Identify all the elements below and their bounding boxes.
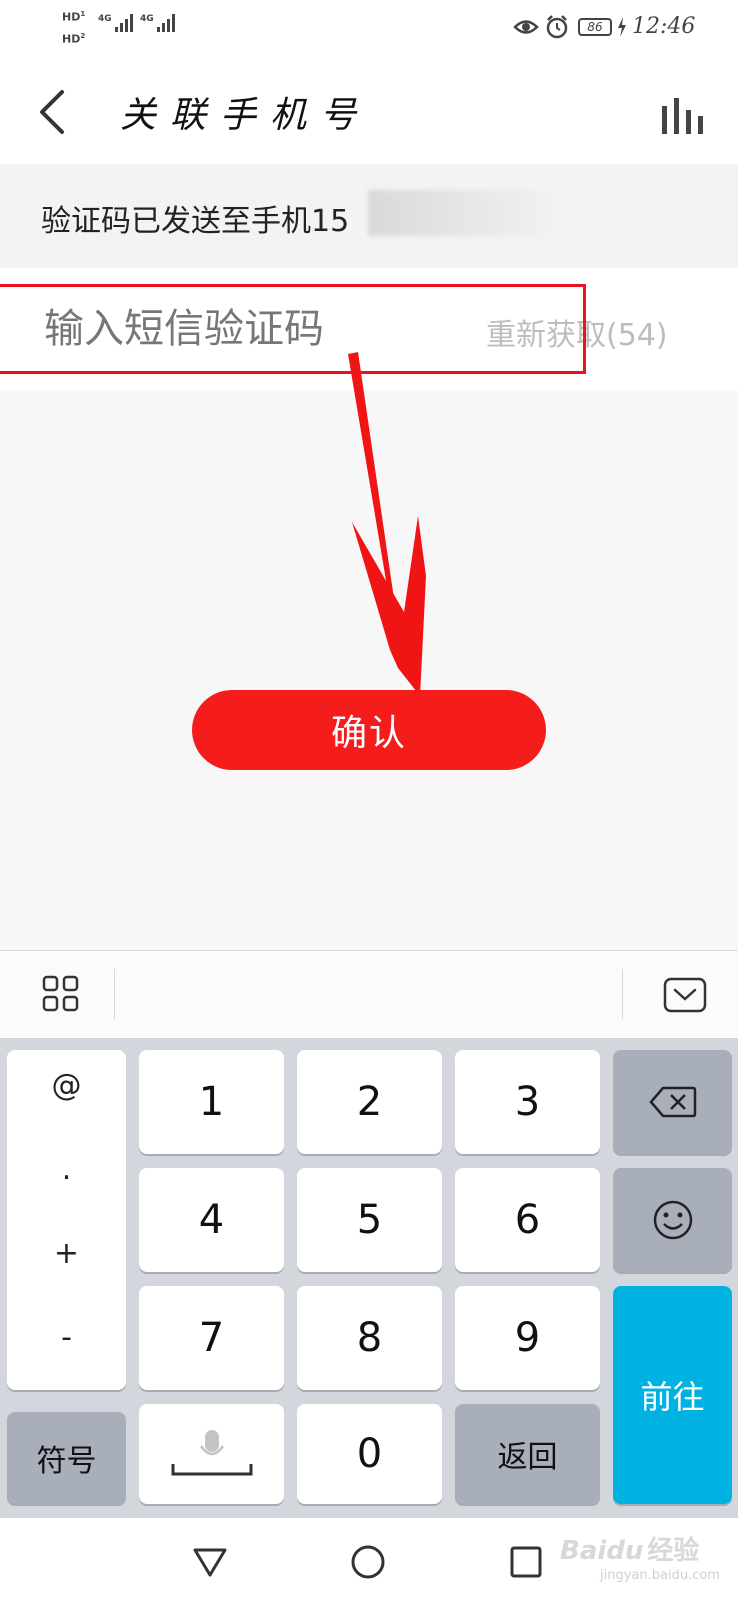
bars-icon[interactable] [660, 96, 706, 134]
verification-sent-text: 验证码已发送至手机15 [41, 204, 350, 239]
digit-key-7[interactable]: 7 [139, 1286, 284, 1390]
backspace-key[interactable] [613, 1050, 732, 1154]
signal-2: 4G [140, 14, 175, 32]
digit-key-2[interactable]: 2 [297, 1050, 442, 1154]
digit-key-1[interactable]: 1 [139, 1050, 284, 1154]
signal-bars-icon [114, 14, 133, 32]
minus-key[interactable]: - [7, 1320, 126, 1355]
back-nav-icon[interactable] [192, 1546, 228, 1578]
divider [622, 969, 623, 1019]
charging-icon [618, 17, 626, 37]
plus-key[interactable]: + [7, 1236, 126, 1271]
grid-icon[interactable] [42, 975, 80, 1013]
digit-key-8[interactable]: 8 [297, 1286, 442, 1390]
keyboard-toolbar [0, 950, 738, 1039]
alarm-icon [546, 15, 568, 39]
digit-key-3[interactable]: 3 [455, 1050, 600, 1154]
signal-bars-icon [156, 14, 175, 32]
return-key[interactable]: 返回 [455, 1404, 600, 1504]
smiley-icon [653, 1200, 692, 1240]
watermark-logo: Baidu 经验 [560, 1536, 700, 1566]
backspace-icon [648, 1086, 696, 1118]
symbols-key[interactable]: 符号 [7, 1412, 126, 1504]
digit-key-6[interactable]: 6 [455, 1168, 600, 1272]
microphone-icon [171, 1430, 252, 1476]
annotation-arrow [348, 352, 426, 696]
masked-phone-number [368, 190, 568, 236]
clock: 12:46 [632, 14, 696, 39]
symbols-column: @ . + - [7, 1050, 126, 1390]
hd1-indicator: HD1 [62, 10, 86, 24]
go-key[interactable]: 前往 [613, 1286, 732, 1504]
watermark-url: jingyan.baidu.com [600, 1568, 720, 1583]
recents-nav-icon[interactable] [510, 1546, 542, 1578]
at-key[interactable]: @ [7, 1068, 126, 1103]
digit-key-4[interactable]: 4 [139, 1168, 284, 1272]
digit-key-5[interactable]: 5 [297, 1168, 442, 1272]
signal-1: 4G [98, 14, 133, 32]
battery-icon: 86 [578, 18, 612, 36]
voice-input-key[interactable] [139, 1404, 284, 1504]
numeric-keyboard: @ . + - 符号 1 2 3 4 5 6 7 8 9 0 返回 前往 [0, 1038, 738, 1518]
hd2-indicator: HD2 [62, 32, 86, 46]
status-bar: HD1 HD2 4G 4G 86 12:46 [0, 0, 738, 58]
digit-key-9[interactable]: 9 [455, 1286, 600, 1390]
divider [114, 969, 115, 1019]
page-title: 关联手机号 [120, 95, 371, 136]
emoji-key[interactable] [613, 1168, 732, 1272]
confirm-button[interactable]: 确认 [192, 690, 546, 770]
annotation-highlight-box [0, 284, 586, 374]
eye-icon [513, 20, 539, 34]
keyboard-collapse-icon[interactable] [663, 977, 707, 1013]
digit-key-0[interactable]: 0 [297, 1404, 442, 1504]
dot-key[interactable]: . [7, 1152, 126, 1187]
back-button[interactable] [36, 88, 68, 136]
home-nav-icon[interactable] [350, 1544, 386, 1580]
